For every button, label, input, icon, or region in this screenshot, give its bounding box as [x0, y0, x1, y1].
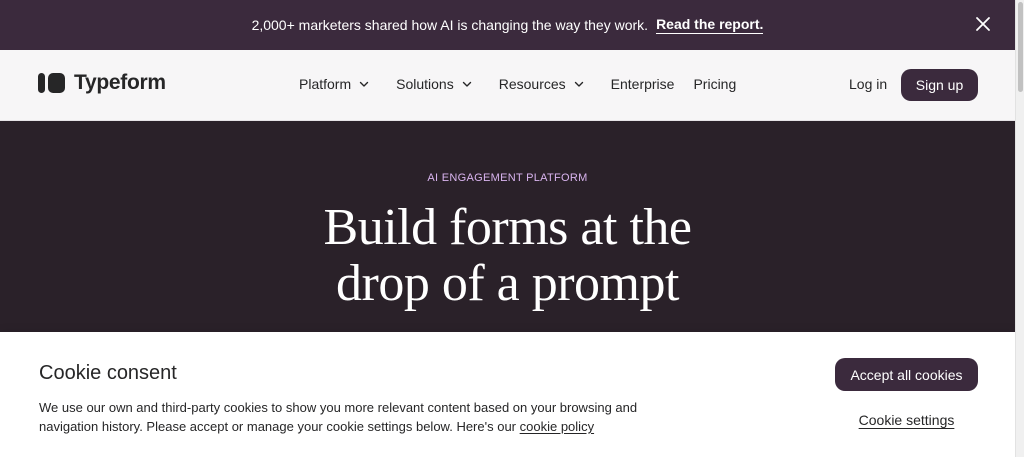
signup-button[interactable]: Sign up [901, 69, 978, 101]
nav-item-label: Resources [498, 76, 566, 92]
nav-item-resources[interactable]: Resources [499, 76, 584, 92]
chevron-down-icon [359, 81, 369, 87]
nav-item-solutions[interactable]: Solutions [396, 76, 472, 92]
read-report-link[interactable]: Read the report. [656, 16, 764, 34]
chevron-down-icon [574, 81, 583, 87]
accept-all-cookies-button[interactable]: Accept all cookies [835, 358, 978, 391]
cookie-consent-banner: Cookie consent We use our own and third-… [0, 332, 1015, 457]
nav-item-label: Enterprise [610, 76, 675, 92]
cookie-title: Cookie consent [39, 362, 177, 384]
announcement-bar: 2,000+ marketers shared how AI is changi… [0, 0, 1015, 50]
login-link[interactable]: Log in [849, 76, 887, 92]
announcement-message: 2,000+ marketers shared how AI is changi… [251, 17, 649, 33]
hero-headline-line2: drop of a prompt [336, 255, 679, 312]
typeform-logo-icon [38, 73, 65, 93]
nav-links: Platform Solutions Resources Enterprise … [299, 76, 736, 92]
nav-item-label: Platform [299, 76, 352, 92]
top-navbar: Typeform Platform Solutions Resources En… [0, 50, 1015, 121]
brand-name: Typeform [74, 71, 166, 94]
scrollbar-thumb[interactable] [1018, 2, 1023, 92]
nav-item-pricing[interactable]: Pricing [693, 76, 736, 92]
chevron-down-icon [462, 81, 471, 87]
nav-item-platform[interactable]: Platform [299, 76, 369, 92]
page-scrollbar[interactable] [1015, 0, 1024, 457]
nav-item-enterprise[interactable]: Enterprise [611, 76, 675, 92]
hero-eyebrow: AI ENGAGEMENT PLATFORM [427, 172, 588, 184]
hero-headline-line1: Build forms at the [323, 199, 692, 256]
hero-headline: Build forms at the drop of a prompt [0, 200, 1015, 312]
cookie-settings-link[interactable]: Cookie settings [835, 412, 978, 428]
close-icon[interactable] [972, 13, 994, 35]
brand-logo[interactable]: Typeform [38, 71, 166, 95]
nav-item-label: Solutions [396, 76, 454, 92]
cookie-policy-link[interactable]: cookie policy [520, 419, 594, 434]
cookie-description: We use our own and third-party cookies t… [39, 398, 679, 436]
hero-section: AI ENGAGEMENT PLATFORM Build forms at th… [0, 121, 1015, 336]
page: 2,000+ marketers shared how AI is changi… [0, 0, 1015, 457]
nav-item-label: Pricing [693, 76, 737, 92]
